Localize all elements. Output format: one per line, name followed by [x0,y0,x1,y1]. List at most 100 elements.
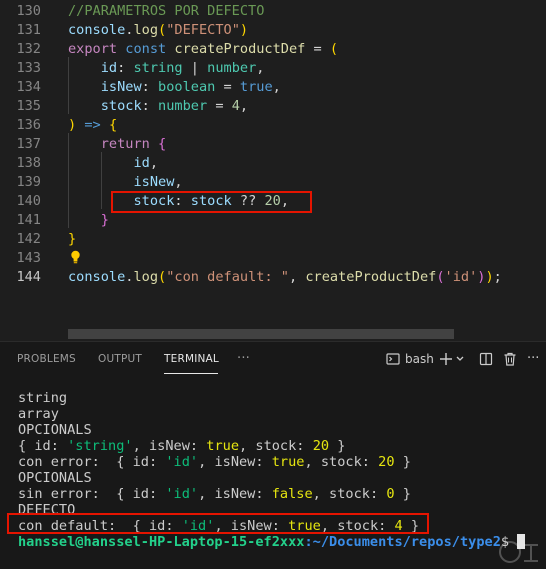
code-text: id: string | number, [68,59,265,78]
code-text: stock: number = 4, [68,97,248,116]
code-line[interactable]: 139 isNew, [0,173,546,192]
terminal-token: } [329,438,346,454]
terminal-token: array [18,406,59,422]
code-token: = [305,41,330,57]
terminal-token: , stock: [239,438,313,454]
terminal-icon [386,353,400,365]
code-token: log [133,22,159,38]
code-line[interactable]: 130 //PARAMETROS POR DEFECTO [0,2,546,21]
code-token: ) [239,22,249,38]
terminal-token: OPCIONALS [18,470,92,486]
line-number: 131 [16,22,41,38]
terminal-token: , isNew: [198,486,272,502]
terminal-prompt[interactable]: hanssel@hanssel-HP-Laptop-15-ef2xxx:~/Do… [18,534,526,550]
code-line[interactable]: 138 id, [0,154,546,173]
terminal-line: { id: 'string', isNew: true, stock: 20 } [18,438,525,454]
code-token: { [108,117,118,133]
prompt-path: :~/Documents/repos/type2 [304,534,501,550]
terminal-token: 20 [312,438,330,454]
code-token: console [68,269,126,285]
code-token: : [141,98,159,114]
code-line[interactable]: 131 console.log("DEFECTO") [0,21,546,40]
active-tab-indicator [164,373,218,374]
code-line[interactable]: 143 [0,249,546,268]
code-line[interactable]: 141 } [0,211,546,230]
code-token: ( [158,269,167,285]
tab-terminal[interactable]: TERMINAL [164,353,219,365]
code-line[interactable]: 136) => { [0,116,546,135]
terminal-token: con error: { id: [18,454,166,470]
code-text: } [68,211,109,230]
code-text: return { [68,135,166,154]
shell-label[interactable]: bash [405,351,434,367]
terminal-token: false [271,486,313,502]
code-text: //PARAMETROS POR DEFECTO [68,2,264,21]
terminal-line: con error: { id: 'id', isNew: true, stoc… [18,454,525,470]
code-editor[interactable]: 130 //PARAMETROS POR DEFECTO 131 console.lo… [0,0,546,341]
more-tabs-button[interactable]: ··· [237,351,250,366]
code-token: ; [493,269,502,285]
code-token: : [117,60,134,76]
highlight-box-terminal [7,513,429,534]
code-line[interactable]: 133 id: string | number, [0,59,546,78]
terminal-line: sin error: { id: 'id', isNew: false, sto… [18,486,525,502]
terminal-token: true [271,454,305,470]
terminal-line: string [18,390,525,406]
code-token: = [215,79,240,95]
code-line[interactable]: 137 return { [0,135,546,154]
code-token: } [100,212,109,228]
code-text: isNew, [68,173,182,192]
split-terminal-icon[interactable] [479,351,493,367]
indent-guide [101,152,102,209]
terminal-token: , isNew: [132,438,207,454]
code-token: isNew [100,79,142,95]
code-token: string [133,60,183,76]
trash-icon[interactable] [503,351,517,367]
code-text: console.log("DEFECTO") [68,21,248,40]
code-token: , [289,269,306,285]
terminal-token: true [206,438,240,454]
more-icon[interactable]: ··· [527,351,539,367]
code-token: log [133,269,159,285]
line-number: 144 [16,269,41,285]
code-token: , [256,60,265,76]
code-token: , [272,79,281,95]
lightbulb-icon[interactable] [70,250,81,264]
line-number: 142 [16,231,41,247]
code-token: : [141,79,159,95]
code-token: ( [329,41,339,57]
plus-icon[interactable] [439,351,453,367]
code-token: | [182,60,208,76]
tab-output[interactable]: OUTPUT [98,353,142,365]
line-number: 130 [16,3,41,19]
code-token: console [68,22,126,38]
chevron-down-icon[interactable] [455,351,465,367]
terminal-token: { id: [18,438,68,454]
code-token: , [239,98,249,114]
terminal-token: 'string' [67,438,133,454]
code-line[interactable]: 144 console.log("con default: ", createPr… [0,268,546,287]
code-token: boolean [158,79,216,95]
tab-problems[interactable]: PROBLEMS [17,353,76,365]
terminal-token: OPCIONALS [18,422,92,438]
horizontal-scrollbar[interactable] [68,329,454,339]
code-token: id [100,60,118,76]
code-text: id, [68,154,158,173]
code-token: createProductDef [174,41,306,57]
code-token: , [149,155,159,171]
code-line[interactable]: 142} [0,230,546,249]
code-token: number [158,98,208,114]
code-token: stock [100,98,142,114]
terminal-token: , stock: [304,454,379,470]
code-line[interactable]: 135 stock: number = 4, [0,97,546,116]
terminal-line: array [18,406,525,422]
code-line[interactable]: 134 isNew: boolean = true, [0,78,546,97]
code-line[interactable]: 132 export const createProductDef = ( [0,40,546,59]
line-number: 136 [16,117,41,133]
terminal-line: OPCIONALS [18,422,525,438]
code-token: 4 [231,98,240,114]
